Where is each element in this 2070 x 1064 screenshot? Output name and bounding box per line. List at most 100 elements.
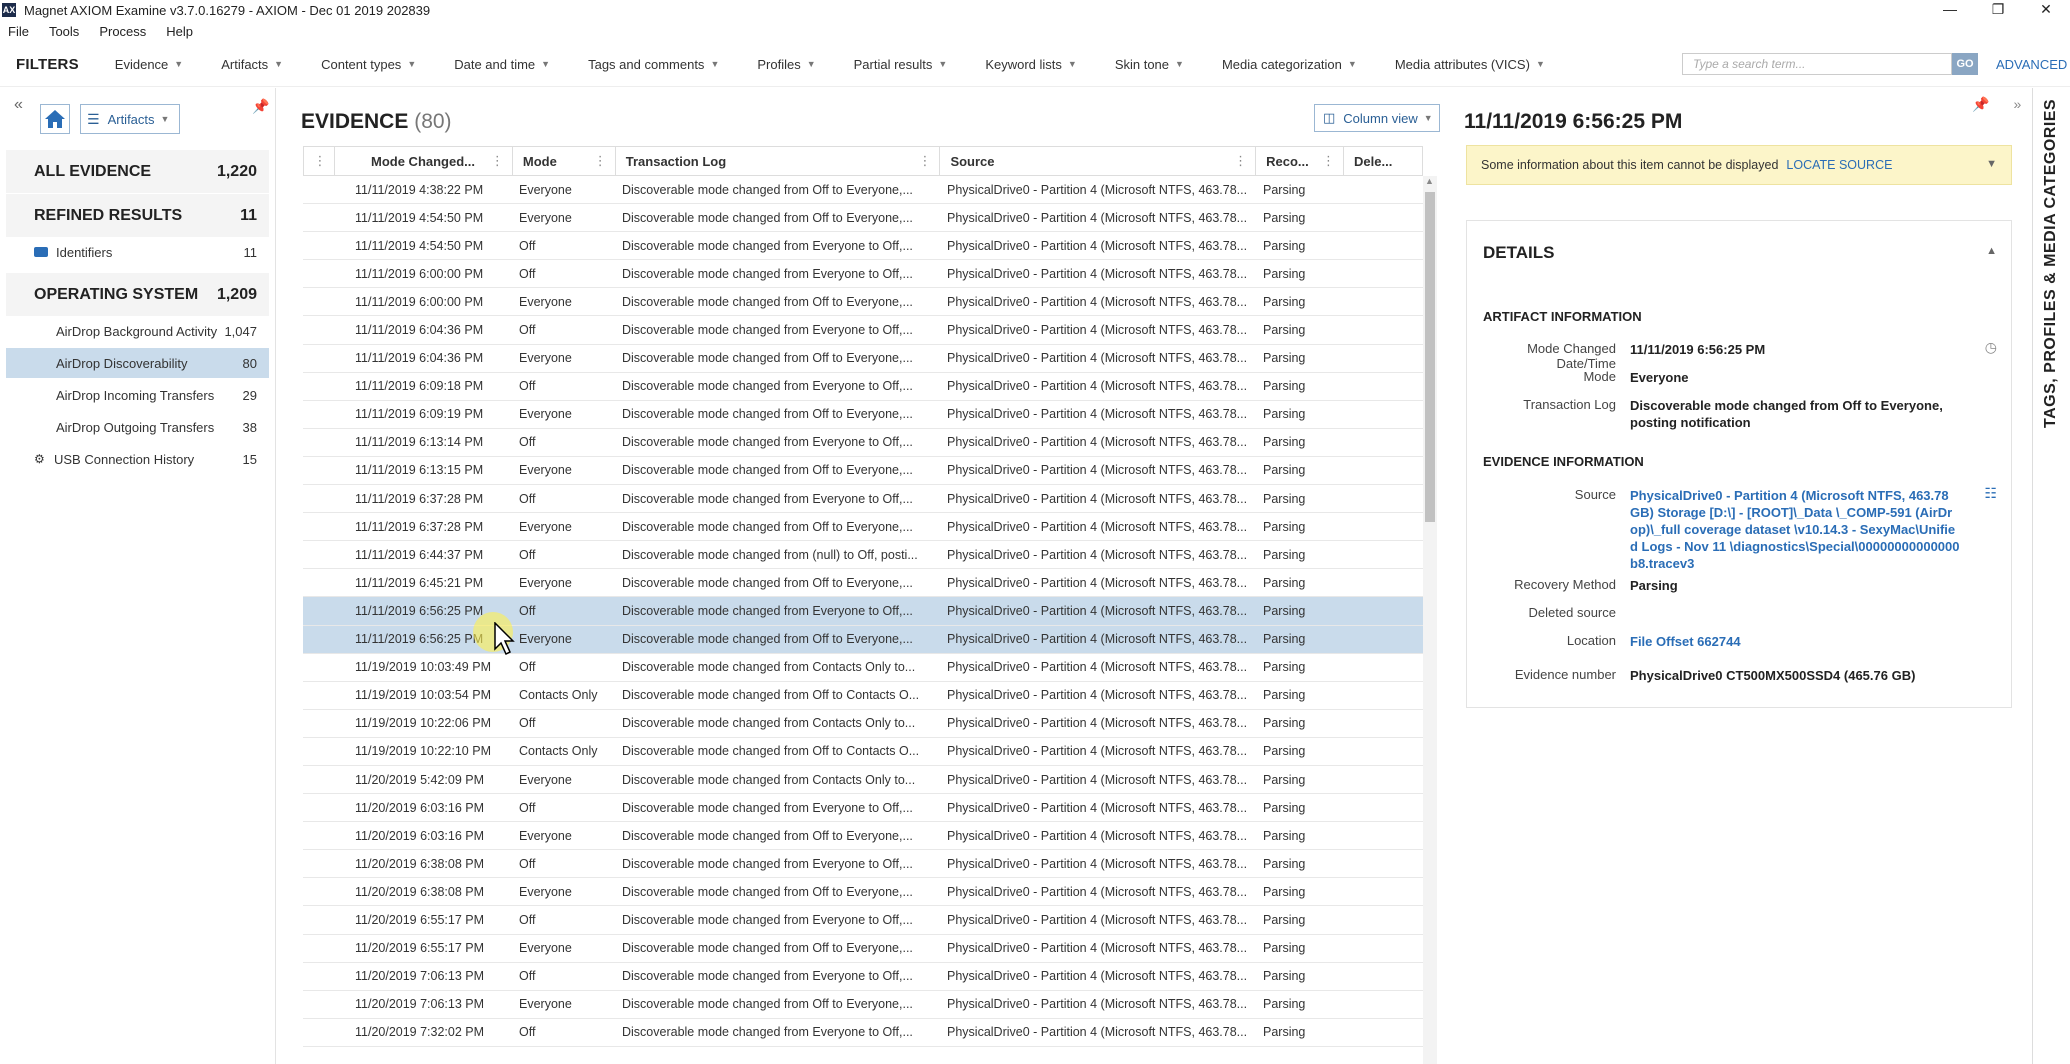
airdrop-incoming-transfers-item[interactable]: AirDrop Incoming Transfers 29 [0,380,275,410]
table-row[interactable]: 11/11/2019 6:04:36 PM Everyone Discoverabl… [303,345,1423,373]
menu-tools[interactable]: Tools [49,24,79,39]
table-row[interactable]: 11/20/2019 5:42:09 PM Everyone Discoverabl… [303,766,1423,795]
table-row[interactable]: 11/19/2019 10:03:54 PM Contacts Only Disco… [303,682,1423,710]
table-row[interactable]: 11/11/2019 4:54:50 PM Off Discoverable mod… [303,232,1423,261]
chevron-down-icon: ▼ [1067,59,1077,69]
table-row[interactable]: 11/11/2019 6:56:25 PM Off Discoverable mod… [303,597,1423,626]
table-row[interactable]: 11/20/2019 6:03:16 PM Everyone Discoverabl… [303,822,1423,851]
table-row[interactable]: 11/20/2019 6:55:17 PM Off Discoverable mod… [303,906,1423,935]
filter-media-categorization[interactable]: Media categorization ▼ [1222,57,1357,72]
column-view-dropdown[interactable]: ◫ Column view ▼ [1314,104,1440,132]
close-icon[interactable]: ✕ [2022,0,2070,18]
filter-media-attributes[interactable]: Media attributes (VICS) ▼ [1395,57,1545,72]
col-transaction-log[interactable]: Transaction Log ⋮ [616,147,941,175]
col-mode[interactable]: Mode ⋮ [513,147,616,175]
source-link[interactable]: PhysicalDrive0 - Partition 4 (Microsoft … [1630,487,1960,572]
chevron-double-down-icon[interactable]: ▼ [1986,158,1997,170]
pin-icon[interactable]: 📌 [1972,96,1989,113]
table-cell: 11/11/2019 6:00:00 PM [355,294,484,309]
minimize-icon[interactable]: — [1926,0,1974,18]
collapse-left-icon[interactable]: « [14,96,23,114]
menu-help[interactable]: Help [166,24,193,39]
search-input[interactable]: Type a search term... [1682,53,1952,75]
table-row[interactable]: 11/11/2019 6:00:00 PM Everyone Discoverabl… [303,288,1423,317]
hierarchy-icon[interactable]: ☷ [1984,485,1997,502]
table-cell: PhysicalDrive0 - Partition 4 (Microsoft … [947,1025,1248,1040]
filter-artifacts[interactable]: Artifacts ▼ [221,57,283,72]
restore-icon[interactable]: ❐ [1974,0,2022,18]
home-button[interactable] [40,104,70,134]
table-row[interactable]: 11/11/2019 6:09:18 PM Off Discoverable mod… [303,373,1423,401]
table-row[interactable]: 11/11/2019 6:56:25 PM Everyone Discoverabl… [303,625,1423,654]
table-cell: Discoverable mode changed from Everyone … [622,238,913,253]
advanced-link[interactable]: ADVANCED [1996,57,2067,72]
tags-profiles-side-tab[interactable]: TAGS, PROFILES & MEDIA CATEGORIES [2032,88,2070,1064]
filter-skin-tone[interactable]: Skin tone ▼ [1115,57,1184,72]
filter-tags-comments[interactable]: Tags and comments ▼ [588,57,719,72]
col-recovery[interactable]: Reco... ⋮ [1256,147,1345,175]
usb-connection-history-item[interactable]: ⚙ USB Connection History 15 [0,444,275,474]
table-row[interactable]: 11/11/2019 6:37:28 PM Off Discoverable mod… [303,485,1423,514]
table-row[interactable]: 11/20/2019 6:38:08 PM Off Discoverable mod… [303,850,1423,879]
table-cell: Parsing [1263,1025,1306,1040]
filter-evidence[interactable]: Evidence ▼ [115,57,183,72]
column-menu-icon[interactable]: ⋮ [303,147,335,175]
table-row[interactable]: 11/11/2019 6:44:37 PM Off Discoverable mod… [303,541,1423,570]
table-row[interactable]: 11/20/2019 6:38:08 PM Everyone Discoverabl… [303,878,1423,907]
table-row[interactable]: 11/11/2019 6:09:19 PM Everyone Discoverabl… [303,401,1423,429]
filter-keyword-lists[interactable]: Keyword lists ▼ [985,57,1077,72]
table-cell: Parsing [1263,238,1306,253]
id-card-icon [34,247,48,257]
locate-source-link[interactable]: LOCATE SOURCE [1786,158,1892,172]
table-row[interactable]: 11/11/2019 6:04:36 PM Off Discoverable mod… [303,316,1423,345]
all-evidence-item[interactable]: ALL EVIDENCE 1,220 [6,150,269,193]
col-deleted[interactable]: Dele... [1344,147,1422,175]
clock-icon[interactable]: ◷ [1985,339,1997,356]
table-row[interactable]: 11/19/2019 10:22:06 PM Off Discoverable mo… [303,710,1423,738]
vertical-scrollbar[interactable]: ▲ [1423,176,1437,1064]
table-row[interactable]: 11/20/2019 7:32:02 PM Off Discoverable mod… [303,1019,1423,1047]
table-cell: 11/11/2019 6:37:28 PM [355,519,484,534]
filter-content-types[interactable]: Content types ▼ [321,57,416,72]
collapse-details-icon[interactable]: ▲ [1986,245,1997,257]
artifacts-view-dropdown[interactable]: ☰ Artifacts ▼ [80,104,180,134]
table-row[interactable]: 11/11/2019 6:00:00 PM Off Discoverable mod… [303,260,1423,289]
menu-process[interactable]: Process [99,24,146,39]
table-row[interactable]: 11/20/2019 7:06:13 PM Off Discoverable mod… [303,963,1423,991]
table-cell: PhysicalDrive0 - Partition 4 (Microsoft … [947,912,1248,927]
table-cell: Contacts Only [519,688,598,703]
table-row[interactable]: 11/20/2019 6:55:17 PM Everyone Discoverabl… [303,935,1423,963]
table-cell: 11/19/2019 10:03:49 PM [355,660,491,675]
airdrop-background-activity-item[interactable]: AirDrop Background Activity 1,047 [0,316,275,346]
col-source[interactable]: Source ⋮ [940,147,1257,175]
identifiers-item[interactable]: Identifiers 11 [0,237,275,267]
table-cell: PhysicalDrive0 - Partition 4 (Microsoft … [947,266,1248,281]
table-row[interactable]: 11/11/2019 4:54:50 PM Everyone Discoverabl… [303,204,1423,233]
pin-icon[interactable]: 📌 [252,98,269,115]
scroll-thumb[interactable] [1425,192,1435,522]
table-row[interactable]: 11/19/2019 10:03:49 PM Off Discoverable mo… [303,654,1423,682]
expand-right-icon[interactable]: » [2013,96,2021,113]
table-row[interactable]: 11/11/2019 6:13:15 PM Everyone Discoverabl… [303,457,1423,486]
location-link[interactable]: File Offset 662744 [1630,633,1960,650]
table-row[interactable]: 11/11/2019 6:37:28 PM Everyone Discoverabl… [303,513,1423,542]
filter-profiles[interactable]: Profiles ▼ [757,57,815,72]
table-cell: PhysicalDrive0 - Partition 4 (Microsoft … [947,238,1248,253]
table-row[interactable]: 11/19/2019 10:22:10 PM Contacts Only Disco… [303,738,1423,766]
filter-partial-results[interactable]: Partial results ▼ [854,57,948,72]
go-button[interactable]: GO [1952,53,1978,75]
col-mode-changed[interactable]: Mode Changed... ⋮ [335,147,513,175]
operating-system-item[interactable]: OPERATING SYSTEM 1,209 [6,273,269,316]
filter-date-time[interactable]: Date and time ▼ [454,57,550,72]
table-row[interactable]: 11/20/2019 6:03:16 PM Off Discoverable mod… [303,794,1423,823]
table-row[interactable]: 11/20/2019 7:06:13 PM Everyone Discoverabl… [303,991,1423,1019]
table-row[interactable]: 11/11/2019 6:45:21 PM Everyone Discoverabl… [303,569,1423,598]
refined-results-item[interactable]: REFINED RESULTS 11 [6,194,269,237]
airdrop-discoverability-item[interactable]: AirDrop Discoverability 80 [6,348,269,378]
menu-file[interactable]: File [8,24,29,39]
table-row[interactable]: 11/11/2019 4:38:22 PM Everyone Discoverabl… [303,176,1423,205]
table-row[interactable]: 11/11/2019 6:13:14 PM Off Discoverable mod… [303,429,1423,457]
table-cell: Discoverable mode changed from Everyone … [622,856,913,871]
table-cell [1345,288,1423,315]
airdrop-outgoing-transfers-item[interactable]: AirDrop Outgoing Transfers 38 [0,412,275,442]
